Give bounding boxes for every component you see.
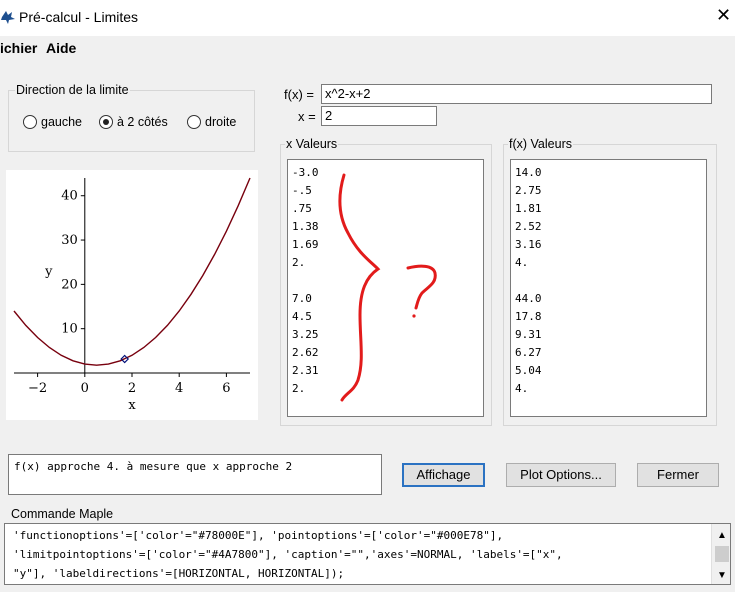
menu-bar <box>0 36 735 60</box>
command-line: "y"], 'labeldirections'=[HORIZONTAL, HOR… <box>13 567 345 580</box>
close-button[interactable]: Fermer <box>637 463 719 487</box>
y-tick-label: 20 <box>61 277 78 292</box>
scroll-thumb[interactable] <box>715 546 729 562</box>
radio-droite[interactable]: droite <box>187 115 236 129</box>
list-item[interactable]: 2. <box>292 256 305 269</box>
vertical-scrollbar[interactable]: ▲ ▼ <box>711 524 730 584</box>
radio-2-cotes[interactable]: à 2 côtés <box>99 115 168 129</box>
radio-gauche[interactable]: gauche <box>23 115 82 129</box>
maple-command-label: Commande Maple <box>10 507 115 521</box>
plot-options-button[interactable]: Plot Options... <box>506 463 616 487</box>
list-item[interactable]: 1.81 <box>515 202 542 215</box>
list-item[interactable]: 1.38 <box>292 220 319 233</box>
list-item[interactable]: 4.5 <box>292 310 312 323</box>
y-tick-label: 10 <box>61 322 78 337</box>
y-tick-label: 30 <box>61 233 78 248</box>
fx-values-list[interactable]: 14.0 2.75 1.81 2.52 3.16 4. 44.0 17.8 9.31 6.27 5.… <box>510 159 707 417</box>
list-item[interactable]: 44.0 <box>515 292 542 305</box>
list-item[interactable]: 9.31 <box>515 328 542 341</box>
command-line: 'limitpointoptions'=['color'="#4A7800"],… <box>13 548 563 561</box>
list-item[interactable]: -3.0 <box>292 166 319 179</box>
maple-leaf-icon <box>1 11 15 24</box>
list-item[interactable]: 2.31 <box>292 364 319 377</box>
list-item[interactable]: .75 <box>292 202 312 215</box>
close-icon[interactable]: ✕ <box>716 6 734 24</box>
scroll-up-icon[interactable]: ▲ <box>717 528 727 544</box>
handwritten-annotation <box>338 173 437 402</box>
x-label: x = <box>298 109 316 124</box>
x-tick-label: 4 <box>175 381 183 396</box>
radio-circle-selected <box>99 115 113 129</box>
list-item[interactable]: 5.04 <box>515 364 542 377</box>
scroll-down-icon[interactable]: ▼ <box>717 568 727 584</box>
window-title: Pré-calcul - Limites <box>19 9 139 25</box>
list-item[interactable]: 1.69 <box>292 238 319 251</box>
command-line: 'functionoptions'=['color'="#78000E"], '… <box>13 529 504 542</box>
x-tick-label: 6 <box>222 381 230 396</box>
fx-values-label: f(x) Valeurs <box>508 137 573 151</box>
x-values-label: x Valeurs <box>285 137 339 151</box>
direction-label: Direction de la limite <box>15 83 130 97</box>
limit-plot: −2 0 2 4 6 10 20 30 40 x y <box>6 170 258 420</box>
y-tick-label: 40 <box>61 189 78 204</box>
list-item[interactable]: 2.75 <box>515 184 542 197</box>
y-axis-label: y <box>44 265 53 280</box>
x-axis-label: x <box>128 398 136 413</box>
list-item[interactable]: 14.0 <box>515 166 542 179</box>
list-item[interactable]: 6.27 <box>515 346 542 359</box>
fx-label: f(x) = <box>284 87 314 102</box>
list-item[interactable]: 4. <box>515 382 528 395</box>
radio-circle <box>187 115 201 129</box>
menu-fichier[interactable]: ichier <box>0 40 37 56</box>
x-tick-label: 0 <box>81 381 89 396</box>
radio-circle <box>23 115 37 129</box>
list-item[interactable]: -.5 <box>292 184 312 197</box>
x-tick-label: −2 <box>28 381 47 396</box>
list-item[interactable]: 4. <box>515 256 528 269</box>
result-text: f(x) approche 4. à mesure que x approche… <box>8 454 382 495</box>
radio-gauche-label: gauche <box>41 115 83 129</box>
x-input[interactable]: 2 <box>321 106 437 126</box>
list-item[interactable]: 17.8 <box>515 310 542 323</box>
list-item[interactable]: 3.25 <box>292 328 319 341</box>
radio-droite-label: droite <box>205 115 237 129</box>
list-item[interactable]: 2. <box>292 382 305 395</box>
radio-2-cotes-label: à 2 côtés <box>117 115 168 129</box>
display-button[interactable]: Affichage <box>402 463 485 487</box>
menu-aide[interactable]: Aide <box>46 40 76 56</box>
list-item[interactable]: 3.16 <box>515 238 542 251</box>
list-item[interactable]: 7.0 <box>292 292 312 305</box>
x-tick-label: 2 <box>128 381 136 396</box>
fx-input[interactable]: x^2-x+2 <box>321 84 712 104</box>
maple-command-text[interactable]: 'functionoptions'=['color'="#78000E"], '… <box>4 523 731 585</box>
list-item[interactable]: 2.62 <box>292 346 319 359</box>
list-item[interactable]: 2.52 <box>515 220 542 233</box>
